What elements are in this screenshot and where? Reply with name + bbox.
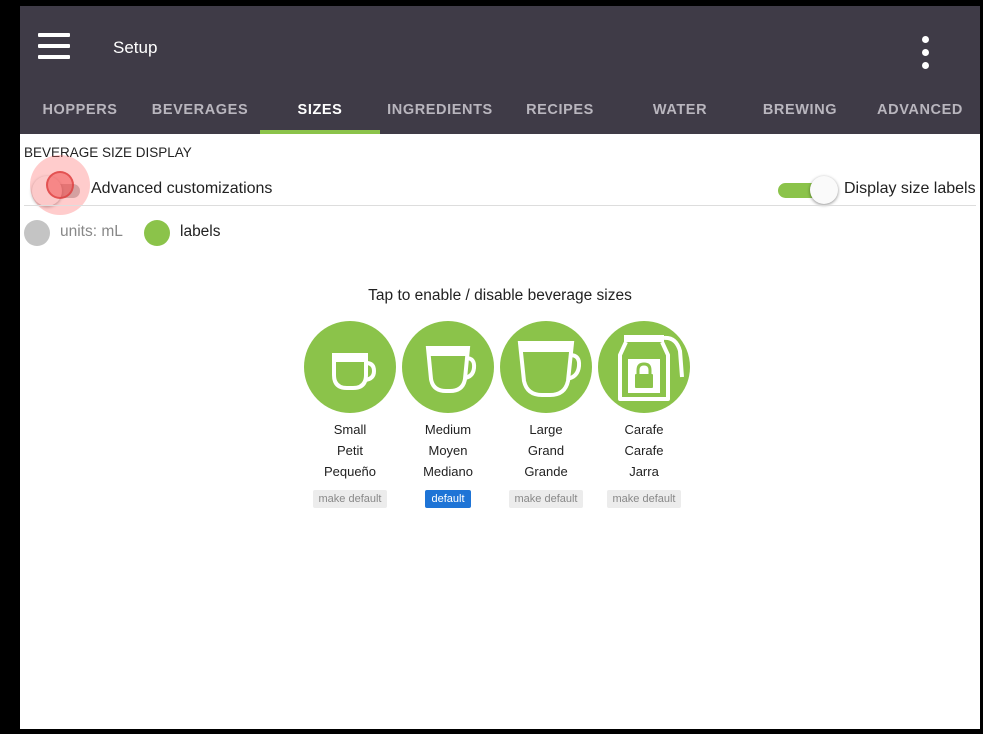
carafe-lock-icon[interactable] xyxy=(598,321,690,413)
tab-recipes[interactable]: RECIPES xyxy=(500,92,620,134)
small-cup-icon[interactable] xyxy=(304,321,396,413)
size-name-es: Mediano xyxy=(423,464,473,479)
size-medium: Medium Moyen Mediano default xyxy=(402,321,494,508)
tab-brewing[interactable]: BREWING xyxy=(740,92,860,134)
tab-bar: HOPPERS BEVERAGES SIZES INGREDIENTS RECI… xyxy=(20,92,980,134)
radio-label: units: mL xyxy=(60,223,123,240)
radio-dot xyxy=(24,220,50,246)
radio-labels[interactable]: labels xyxy=(144,218,244,248)
large-cup-icon[interactable] xyxy=(500,321,592,413)
tab-advanced[interactable]: ADVANCED xyxy=(860,92,980,134)
toggle-knob xyxy=(810,176,838,204)
instruction-text: Tap to enable / disable beverage sizes xyxy=(368,287,632,304)
divider xyxy=(24,205,976,206)
display-size-labels-label: Display size labels xyxy=(844,180,976,197)
make-default-button[interactable]: make default xyxy=(606,490,682,508)
app-bar: Setup HOPPERS BEVERAGES SIZES INGREDIENT… xyxy=(20,6,980,134)
tab-hoppers[interactable]: HOPPERS xyxy=(20,92,140,134)
size-name-es: Jarra xyxy=(629,464,659,479)
medium-cup-icon[interactable] xyxy=(402,321,494,413)
toggle-knob xyxy=(32,176,62,206)
radio-label: labels xyxy=(180,223,221,240)
size-name-en: Small xyxy=(333,422,367,437)
make-default-button[interactable]: make default xyxy=(312,490,388,508)
make-default-button[interactable]: make default xyxy=(508,490,584,508)
size-name-es: Pequeño xyxy=(323,464,377,479)
size-name-en: Carafe xyxy=(624,422,664,437)
hamburger-menu-icon[interactable] xyxy=(38,33,70,59)
more-options-icon[interactable] xyxy=(918,36,934,70)
size-names: Large Grand Grande xyxy=(500,419,592,482)
size-small: Small Petit Pequeño make default xyxy=(304,321,396,508)
tab-ingredients[interactable]: INGREDIENTS xyxy=(380,92,500,134)
tab-sizes[interactable]: SIZES xyxy=(260,92,380,134)
size-name-fr: Carafe xyxy=(624,443,664,458)
size-name-fr: Petit xyxy=(336,443,363,458)
size-name-en: Medium xyxy=(424,422,472,437)
size-names: Medium Moyen Mediano xyxy=(402,419,494,482)
size-carafe: Carafe Carafe Jarra make default xyxy=(598,321,690,508)
size-names: Carafe Carafe Jarra xyxy=(598,419,690,482)
advanced-customizations-label: Advanced customizations xyxy=(91,180,273,197)
screen: Setup HOPPERS BEVERAGES SIZES INGREDIENT… xyxy=(20,6,980,729)
tab-water[interactable]: WATER xyxy=(620,92,740,134)
tab-beverages[interactable]: BEVERAGES xyxy=(140,92,260,134)
display-size-labels-toggle[interactable] xyxy=(776,176,842,204)
size-large: Large Grand Grande make default xyxy=(500,321,592,508)
size-name-en: Large xyxy=(529,422,563,437)
size-name-fr: Grand xyxy=(527,443,565,458)
size-name-es: Grande xyxy=(524,464,568,479)
radio-dot xyxy=(144,220,170,246)
radio-units-ml[interactable]: units: mL xyxy=(24,218,144,248)
size-names: Small Petit Pequeño xyxy=(304,419,396,482)
size-name-fr: Moyen xyxy=(428,443,468,458)
advanced-customizations-toggle[interactable] xyxy=(24,176,80,206)
default-button[interactable]: default xyxy=(425,490,471,508)
page-title: Setup xyxy=(113,38,158,57)
section-title: BEVERAGE SIZE DISPLAY xyxy=(24,145,192,160)
